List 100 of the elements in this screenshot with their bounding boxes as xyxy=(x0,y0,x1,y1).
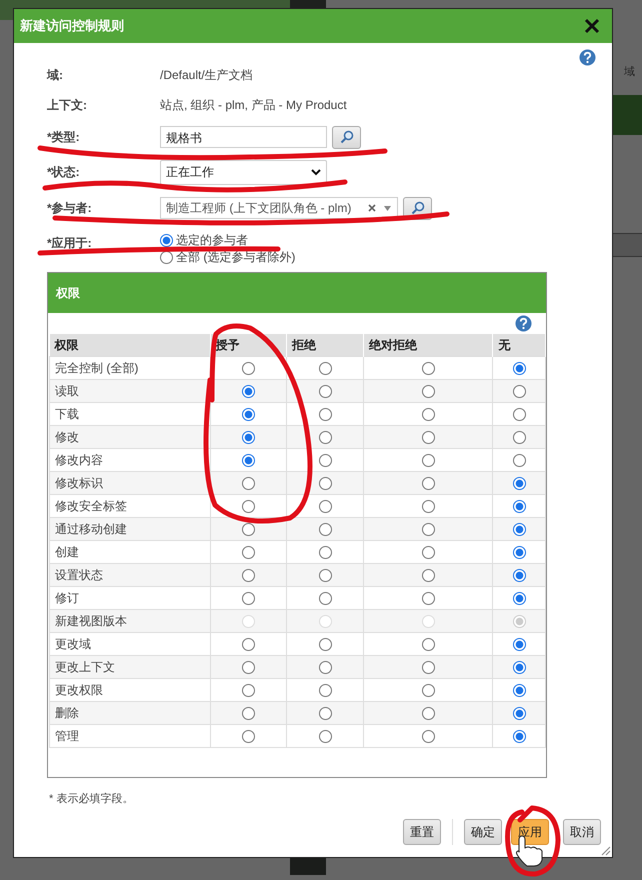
radio-button[interactable] xyxy=(422,660,435,674)
column-header: 绝对拒绝 xyxy=(363,334,493,356)
radio-button[interactable] xyxy=(422,522,435,536)
dialog-button[interactable]: 取消 xyxy=(563,819,601,845)
radio-button[interactable] xyxy=(512,638,526,650)
radio-button[interactable] xyxy=(318,660,332,674)
field-label: *状态: xyxy=(47,164,81,180)
dialog-button[interactable]: 应用 xyxy=(511,819,549,845)
radio-button[interactable] xyxy=(512,476,526,490)
radio-button[interactable] xyxy=(512,546,526,558)
radio-button[interactable] xyxy=(242,660,255,674)
radio-button[interactable] xyxy=(318,362,332,374)
radio-button[interactable] xyxy=(318,522,332,536)
radio-button[interactable] xyxy=(422,430,435,444)
radio-button[interactable] xyxy=(422,476,435,490)
background-text: 域 xyxy=(624,65,635,79)
clear-icon[interactable] xyxy=(368,204,376,212)
radio-button[interactable] xyxy=(242,592,255,604)
field-label: 域: xyxy=(47,66,64,84)
radio-button[interactable] xyxy=(242,568,255,582)
table-cell: 管理 xyxy=(50,724,210,748)
radio-button[interactable] xyxy=(318,684,332,696)
table-cell: 完全控制 (全部) xyxy=(50,356,210,380)
radio-button[interactable] xyxy=(318,638,332,650)
search-icon xyxy=(410,201,424,215)
radio-button[interactable] xyxy=(422,546,435,558)
radio-button[interactable] xyxy=(422,592,435,604)
input-field[interactable]: 规格书 xyxy=(160,126,327,148)
background-row xyxy=(613,233,642,257)
radio-button[interactable] xyxy=(318,730,332,742)
search-button[interactable] xyxy=(332,126,361,148)
radio-button[interactable] xyxy=(422,500,435,512)
radio-button[interactable] xyxy=(242,430,255,444)
radio-button[interactable] xyxy=(512,384,526,398)
participant-field[interactable]: 制造工程师 (上下文团队角色 - plm) xyxy=(160,197,398,219)
radio-button[interactable] xyxy=(318,706,332,720)
field-value: /Default/生产文档 xyxy=(160,66,253,84)
radio-button[interactable] xyxy=(160,251,173,264)
footnote: * 表示必填字段。 xyxy=(49,792,134,806)
radio-button[interactable] xyxy=(318,430,332,444)
radio-button[interactable] xyxy=(318,500,332,512)
radio-button[interactable] xyxy=(512,408,526,420)
radio-button[interactable] xyxy=(512,430,526,444)
radio-button[interactable] xyxy=(160,234,173,247)
radio-label: 全部 (选定参与者除外) xyxy=(176,249,296,266)
radio-button[interactable] xyxy=(242,546,255,558)
search-icon xyxy=(340,130,354,144)
radio-button[interactable] xyxy=(318,384,332,398)
column-header: 权限 xyxy=(50,334,210,356)
radio-button[interactable] xyxy=(242,408,255,420)
radio-button[interactable] xyxy=(422,454,435,466)
panel-title: 权限 xyxy=(56,284,80,302)
radio-button[interactable] xyxy=(242,362,255,374)
radio-button[interactable] xyxy=(422,568,435,582)
radio-button[interactable] xyxy=(242,730,255,742)
dropdown[interactable]: 正在工作 xyxy=(160,160,327,184)
table-cell: 通过移动创建 xyxy=(50,518,210,540)
radio-button[interactable] xyxy=(422,638,435,650)
radio-button[interactable] xyxy=(512,568,526,582)
radio-button[interactable] xyxy=(242,522,255,536)
radio-button[interactable] xyxy=(512,454,526,466)
radio-button[interactable] xyxy=(242,454,255,466)
radio-button[interactable] xyxy=(512,500,526,512)
close-icon[interactable] xyxy=(584,18,600,34)
radio-button[interactable] xyxy=(512,660,526,674)
help-icon[interactable] xyxy=(515,315,532,332)
radio-button[interactable] xyxy=(512,592,526,604)
field-label: *参与者: xyxy=(47,200,93,216)
column-header: 无 xyxy=(492,334,546,356)
radio-button[interactable] xyxy=(512,362,526,374)
radio-button[interactable] xyxy=(242,476,255,490)
radio-button[interactable] xyxy=(242,384,255,398)
dialog-button[interactable]: 确定 xyxy=(464,819,502,845)
radio-button[interactable] xyxy=(512,522,526,536)
radio-button[interactable] xyxy=(422,706,435,720)
radio-button[interactable] xyxy=(422,362,435,374)
radio-button[interactable] xyxy=(242,638,255,650)
radio-button[interactable] xyxy=(512,706,526,720)
radio-button[interactable] xyxy=(422,384,435,398)
radio-button[interactable] xyxy=(318,568,332,582)
resize-grip-icon[interactable] xyxy=(601,846,611,856)
radio-button[interactable] xyxy=(512,684,526,696)
radio-button[interactable] xyxy=(318,546,332,558)
dialog-button[interactable]: 重置 xyxy=(403,819,441,845)
field-value: 站点, 组织 - plm, 产品 - My Product xyxy=(160,96,347,114)
circle-mark xyxy=(505,806,560,876)
radio-button[interactable] xyxy=(242,706,255,720)
radio-button[interactable] xyxy=(318,454,332,466)
radio-button[interactable] xyxy=(422,730,435,742)
radio-button[interactable] xyxy=(422,408,435,420)
caret-icon[interactable] xyxy=(384,206,391,210)
radio-button[interactable] xyxy=(242,684,255,696)
radio-button[interactable] xyxy=(512,730,526,742)
radio-button[interactable] xyxy=(318,476,332,490)
radio-button[interactable] xyxy=(318,408,332,420)
radio-button[interactable] xyxy=(242,500,255,512)
radio-button[interactable] xyxy=(318,592,332,604)
help-icon[interactable] xyxy=(579,49,596,66)
radio-button[interactable] xyxy=(422,684,435,696)
table-cell: 删除 xyxy=(50,702,210,724)
